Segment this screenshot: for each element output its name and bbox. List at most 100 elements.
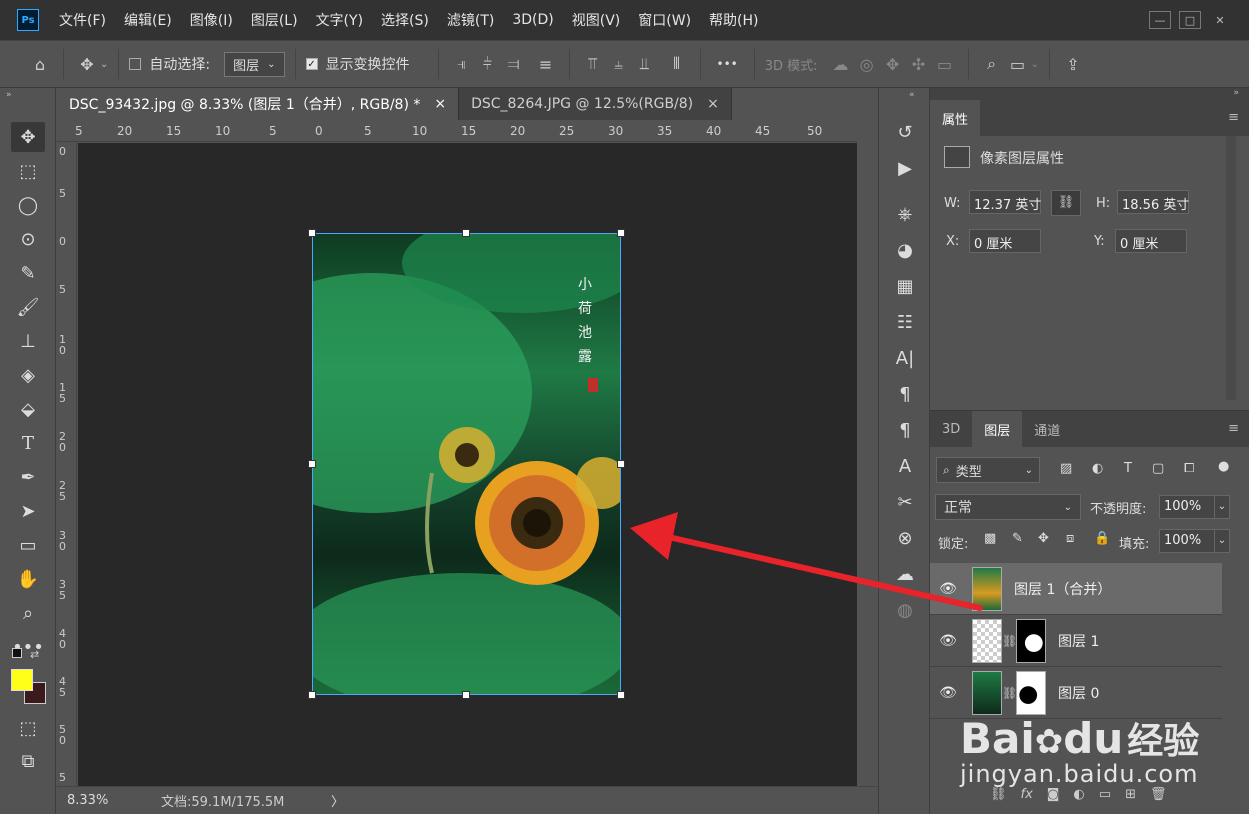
filter-type-icon[interactable]: T bbox=[1124, 461, 1132, 476]
mask-link-icon[interactable]: ⛓ bbox=[1002, 686, 1017, 700]
3d-orbit-icon[interactable]: ☁ bbox=[828, 51, 854, 77]
height-field[interactable]: 18.56 英寸 bbox=[1117, 190, 1189, 214]
menu-file[interactable]: 文件(F) bbox=[59, 10, 106, 30]
transform-handle[interactable] bbox=[617, 229, 625, 237]
hand-tool[interactable]: ✋ bbox=[11, 564, 45, 594]
layer-comps-icon[interactable]: ☷ bbox=[887, 306, 923, 338]
cc-libraries-icon[interactable]: ⊗ bbox=[887, 522, 923, 554]
collapse-panels-icon[interactable]: » bbox=[1233, 88, 1239, 98]
close-icon[interactable]: × bbox=[434, 96, 446, 112]
layer-name[interactable]: 图层 1（合并） bbox=[1014, 579, 1111, 599]
y-field[interactable]: 0 厘米 bbox=[1115, 229, 1187, 253]
transform-handle[interactable] bbox=[308, 691, 316, 699]
auto-select-checkbox[interactable] bbox=[129, 58, 142, 70]
menu-help[interactable]: 帮助(H) bbox=[709, 10, 758, 30]
tab-layers[interactable]: 图层 bbox=[972, 411, 1023, 447]
screen-mode-icon[interactable]: ⧉ bbox=[11, 746, 45, 776]
default-colors-icon[interactable] bbox=[12, 648, 22, 658]
move-tool-icon[interactable]: ✥ bbox=[74, 51, 100, 77]
panel-menu-icon[interactable]: ≡ bbox=[1218, 411, 1249, 447]
transform-handle[interactable] bbox=[462, 691, 470, 699]
stamp-tool[interactable]: ⊥ bbox=[11, 326, 45, 356]
menu-filter[interactable]: 滤镜(T) bbox=[447, 10, 494, 30]
close-window-button[interactable]: ✕ bbox=[1209, 11, 1231, 29]
menu-type[interactable]: 文字(Y) bbox=[316, 10, 363, 30]
paint-bucket-tool[interactable]: ⬙ bbox=[11, 394, 45, 424]
menu-3d[interactable]: 3D(D) bbox=[512, 12, 553, 28]
3d-roll-icon[interactable]: ◎ bbox=[854, 51, 880, 77]
transform-handle[interactable] bbox=[308, 460, 316, 468]
width-field[interactable]: 12.37 英寸 bbox=[969, 190, 1041, 214]
mask-link-icon[interactable]: ⛓ bbox=[1002, 634, 1017, 648]
panel-menu-icon[interactable]: ≡ bbox=[1218, 100, 1249, 136]
type-tool[interactable]: T bbox=[11, 428, 45, 458]
quick-select-tool[interactable]: ⊙ bbox=[11, 224, 45, 254]
lock-position-icon[interactable]: ✥ bbox=[1038, 531, 1049, 546]
menu-view[interactable]: 视图(V) bbox=[572, 10, 621, 30]
search-icon[interactable]: ⌕ bbox=[979, 51, 1005, 77]
transform-handle[interactable] bbox=[617, 460, 625, 468]
align-left-icon[interactable]: ⫣ bbox=[449, 51, 475, 77]
align-bottom-icon[interactable]: ⫫ bbox=[632, 51, 658, 77]
3d-slide-icon[interactable]: ✣ bbox=[906, 51, 932, 77]
swap-colors-icon[interactable]: ⇄ bbox=[30, 648, 39, 661]
lock-all-icon[interactable]: 🔒 bbox=[1094, 531, 1110, 546]
path-select-tool[interactable]: ➤ bbox=[11, 496, 45, 526]
transform-handle[interactable] bbox=[617, 691, 625, 699]
close-icon[interactable]: × bbox=[707, 96, 719, 112]
swatches-icon[interactable]: ◕ bbox=[887, 234, 923, 266]
collapse-toolbar-icon[interactable]: » bbox=[0, 88, 55, 102]
transform-handle[interactable] bbox=[462, 229, 470, 237]
fill-dropdown[interactable]: ⌄ bbox=[1214, 529, 1230, 553]
x-field[interactable]: 0 厘米 bbox=[969, 229, 1041, 253]
minimize-button[interactable]: — bbox=[1149, 11, 1171, 29]
align-vcenter-icon[interactable]: ⫨ bbox=[606, 51, 632, 77]
paragraph-icon[interactable]: ¶ bbox=[887, 378, 923, 410]
tools-preset-icon[interactable]: ✂ bbox=[887, 486, 923, 518]
visibility-eye-icon[interactable]: 👁 bbox=[930, 581, 966, 597]
tab-channels[interactable]: 通道 bbox=[1022, 411, 1072, 447]
filter-toggle-icon[interactable]: ● bbox=[1218, 459, 1229, 474]
auto-select-dropdown[interactable]: 图层 ⌄ bbox=[224, 51, 285, 77]
layer-name[interactable]: 图层 1 bbox=[1058, 631, 1099, 651]
menu-image[interactable]: 图像(I) bbox=[190, 10, 233, 30]
align-right-icon[interactable]: ⫤ bbox=[501, 51, 527, 77]
scrollbar[interactable] bbox=[1226, 136, 1236, 400]
align-hcenter-icon[interactable]: ⫩ bbox=[475, 51, 501, 77]
status-menu-arrow[interactable]: 〉 bbox=[331, 791, 344, 810]
grid-icon[interactable]: ▦ bbox=[887, 270, 923, 302]
lock-transparent-icon[interactable]: ▩ bbox=[984, 531, 996, 546]
foreground-color-swatch[interactable] bbox=[11, 669, 33, 691]
layer-mask-thumbnail[interactable] bbox=[1016, 618, 1046, 663]
marquee-tool[interactable]: ⬚ bbox=[11, 156, 45, 186]
tab-3d[interactable]: 3D bbox=[930, 411, 972, 447]
navigator-icon[interactable]: ⎈ bbox=[887, 198, 923, 230]
lock-pixels-icon[interactable]: ✎ bbox=[1012, 531, 1023, 546]
3d-camera-icon[interactable]: ▭ bbox=[932, 51, 958, 77]
more-options-button[interactable]: ••• bbox=[717, 57, 738, 71]
3d-pan-icon[interactable]: ✥ bbox=[880, 51, 906, 77]
layer-row[interactable]: 👁 ⛓ 图层 1 bbox=[930, 615, 1222, 667]
chevron-down-icon[interactable]: ⌄ bbox=[100, 59, 108, 70]
tab-dsc-93432[interactable]: DSC_93432.jpg @ 8.33% (图层 1（合并）, RGB/8) … bbox=[57, 88, 460, 120]
filter-adjustment-icon[interactable]: ◐ bbox=[1092, 461, 1103, 476]
eyedropper-tool[interactable]: ✎ bbox=[11, 258, 45, 288]
history-icon[interactable]: ↺ bbox=[887, 116, 923, 148]
layer-name[interactable]: 图层 0 bbox=[1058, 683, 1099, 703]
layer-row[interactable]: 👁 图层 1（合并） bbox=[930, 563, 1222, 615]
filter-smart-object-icon[interactable]: ⧠ bbox=[1184, 461, 1194, 476]
fill-field[interactable]: 100% bbox=[1159, 529, 1215, 553]
menu-select[interactable]: 选择(S) bbox=[381, 10, 429, 30]
opacity-field[interactable]: 100% bbox=[1159, 495, 1215, 519]
home-icon[interactable]: ⌂ bbox=[27, 51, 53, 77]
workspace-icon[interactable]: ▭ bbox=[1005, 51, 1031, 77]
paragraph-styles-icon[interactable]: ¶ bbox=[887, 414, 923, 446]
maximize-button[interactable]: □ bbox=[1179, 11, 1201, 29]
actions-icon[interactable]: ▶ bbox=[887, 152, 923, 184]
filter-shape-icon[interactable]: ▢ bbox=[1152, 461, 1164, 476]
visibility-eye-icon[interactable]: 👁 bbox=[930, 685, 966, 701]
lasso-tool[interactable]: ◯ bbox=[11, 190, 45, 220]
pen-tool[interactable]: ✒ bbox=[11, 462, 45, 492]
filter-pixel-icon[interactable]: ▨ bbox=[1060, 461, 1072, 476]
align-top-icon[interactable]: ⫪ bbox=[580, 51, 606, 77]
